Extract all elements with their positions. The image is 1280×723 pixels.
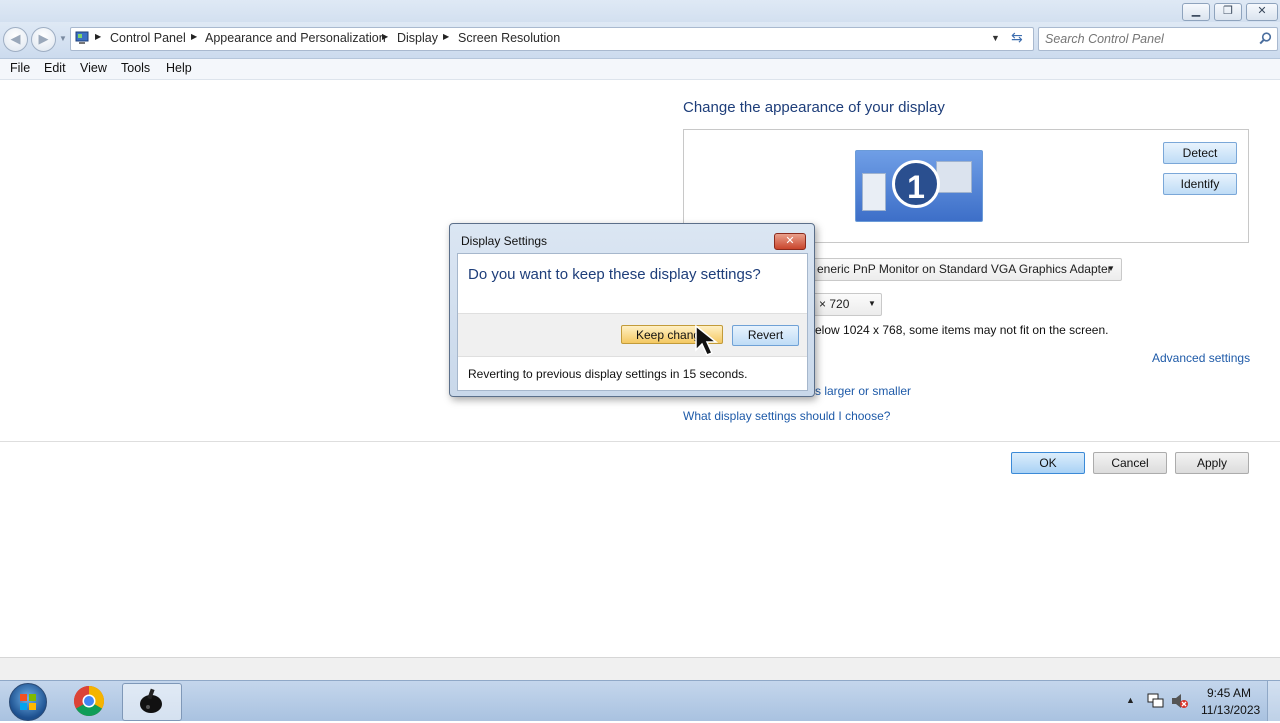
back-button[interactable]: ◀ <box>3 27 28 52</box>
dialog-button-bar: Keep chang Revert <box>458 313 807 357</box>
mouse-cursor-icon <box>695 324 719 356</box>
control-panel-icon <box>75 31 89 44</box>
control-panel-app-icon <box>140 688 162 713</box>
clock-time[interactable]: 9:45 AM <box>1207 686 1251 700</box>
taskbar: ▲ 9:45 AM 11/13/2023 <box>0 680 1280 721</box>
resolution-select-value: × 720 <box>819 297 850 311</box>
text-size-link[interactable]: s larger or smaller <box>815 384 911 398</box>
breadcrumb-arrow-icon[interactable]: ▶ <box>191 32 197 41</box>
close-icon: ✕ <box>785 235 795 247</box>
address-dropdown-icon[interactable]: ▼ <box>991 33 1000 43</box>
chrome-icon <box>73 686 105 717</box>
revert-countdown-text: Reverting to previous display settings i… <box>468 367 748 381</box>
content-divider <box>0 441 1280 442</box>
monitor-number-badge: 1 <box>892 160 940 208</box>
display-select-value: eneric PnP Monitor on Standard VGA Graph… <box>817 262 1112 276</box>
monitor-desktop-icon <box>862 173 886 211</box>
menu-file[interactable]: File <box>10 61 30 75</box>
display-help-link[interactable]: What display settings should I choose? <box>683 409 890 423</box>
recent-pages-icon[interactable]: ▼ <box>59 34 67 43</box>
restore-button[interactable]: ❐ <box>1214 3 1242 21</box>
dialog-question: Do you want to keep these display settin… <box>468 266 761 283</box>
window-titlebar: ▁ ❐ ✕ <box>0 0 1280 22</box>
search-box[interactable] <box>1038 27 1278 51</box>
minimize-icon: ▁ <box>1191 5 1201 17</box>
search-icon[interactable] <box>1259 32 1272 45</box>
dialog-close-button[interactable]: ✕ <box>774 233 806 250</box>
breadcrumb-arrow-icon[interactable]: ▶ <box>95 32 101 41</box>
monitor-1-graphic[interactable]: 1 <box>855 150 983 222</box>
breadcrumb[interactable]: ▶ Control Panel ▶ Appearance and Persona… <box>70 27 1034 51</box>
detect-button[interactable]: Detect <box>1163 142 1237 164</box>
menu-help[interactable]: Help <box>166 61 192 75</box>
menu-edit[interactable]: Edit <box>44 61 66 75</box>
breadcrumb-display[interactable]: Display <box>397 31 438 45</box>
status-bar <box>0 657 1280 680</box>
page-title: Change the appearance of your display <box>683 99 945 116</box>
minimize-button[interactable]: ▁ <box>1182 3 1210 21</box>
start-button[interactable] <box>9 683 47 721</box>
search-input[interactable] <box>1045 30 1250 47</box>
resolution-warning-text: elow 1024 x 768, some items may not fit … <box>815 323 1109 337</box>
show-hidden-icons-icon[interactable]: ▲ <box>1126 695 1135 705</box>
show-desktop-button[interactable] <box>1267 681 1280 721</box>
breadcrumb-appearance[interactable]: Appearance and Personalization <box>205 31 386 45</box>
network-icon[interactable] <box>1146 693 1164 709</box>
refresh-icon[interactable]: ⇆ <box>1011 29 1023 46</box>
chevron-down-icon: ▼ <box>1107 264 1115 273</box>
forward-button[interactable]: ▶ <box>31 27 56 52</box>
menu-bar: File Edit View Tools Help <box>0 59 1280 80</box>
breadcrumb-screen-resolution[interactable]: Screen Resolution <box>458 31 560 45</box>
breadcrumb-arrow-icon[interactable]: ▶ <box>382 32 388 41</box>
revert-button[interactable]: Revert <box>732 325 799 346</box>
menu-view[interactable]: View <box>80 61 107 75</box>
advanced-settings-link[interactable]: Advanced settings <box>1152 351 1250 365</box>
monitor-number: 1 <box>907 169 925 205</box>
close-window-button[interactable]: ✕ <box>1246 3 1278 21</box>
chevron-down-icon: ▼ <box>868 299 876 308</box>
display-settings-dialog: Display Settings ✕ Do you want to keep t… <box>449 223 815 397</box>
restore-icon: ❐ <box>1223 5 1233 17</box>
address-bar: ◀ ▶ ▼ ▶ Control Panel ▶ Appearance and P… <box>0 22 1280 59</box>
close-icon: ✕ <box>1257 5 1267 17</box>
clock-date[interactable]: 11/13/2023 <box>1201 703 1260 717</box>
taskbar-control-panel[interactable] <box>122 683 182 721</box>
windows-logo-icon <box>20 694 36 710</box>
apply-button[interactable]: Apply <box>1175 452 1249 474</box>
identify-button[interactable]: Identify <box>1163 173 1237 195</box>
menu-tools[interactable]: Tools <box>121 61 150 75</box>
ok-button[interactable]: OK <box>1011 452 1085 474</box>
back-arrow-icon: ◀ <box>10 31 21 46</box>
monitor-window-icon <box>936 161 972 193</box>
forward-arrow-icon: ▶ <box>38 31 49 46</box>
breadcrumb-arrow-icon[interactable]: ▶ <box>443 32 449 41</box>
breadcrumb-control-panel[interactable]: Control Panel <box>110 31 186 45</box>
dialog-title: Display Settings <box>461 234 548 248</box>
volume-muted-icon[interactable] <box>1171 693 1189 709</box>
display-select[interactable]: eneric PnP Monitor on Standard VGA Graph… <box>790 258 1122 281</box>
cancel-button[interactable]: Cancel <box>1093 452 1167 474</box>
dialog-body: Do you want to keep these display settin… <box>457 253 808 391</box>
taskbar-chrome[interactable] <box>60 683 118 719</box>
